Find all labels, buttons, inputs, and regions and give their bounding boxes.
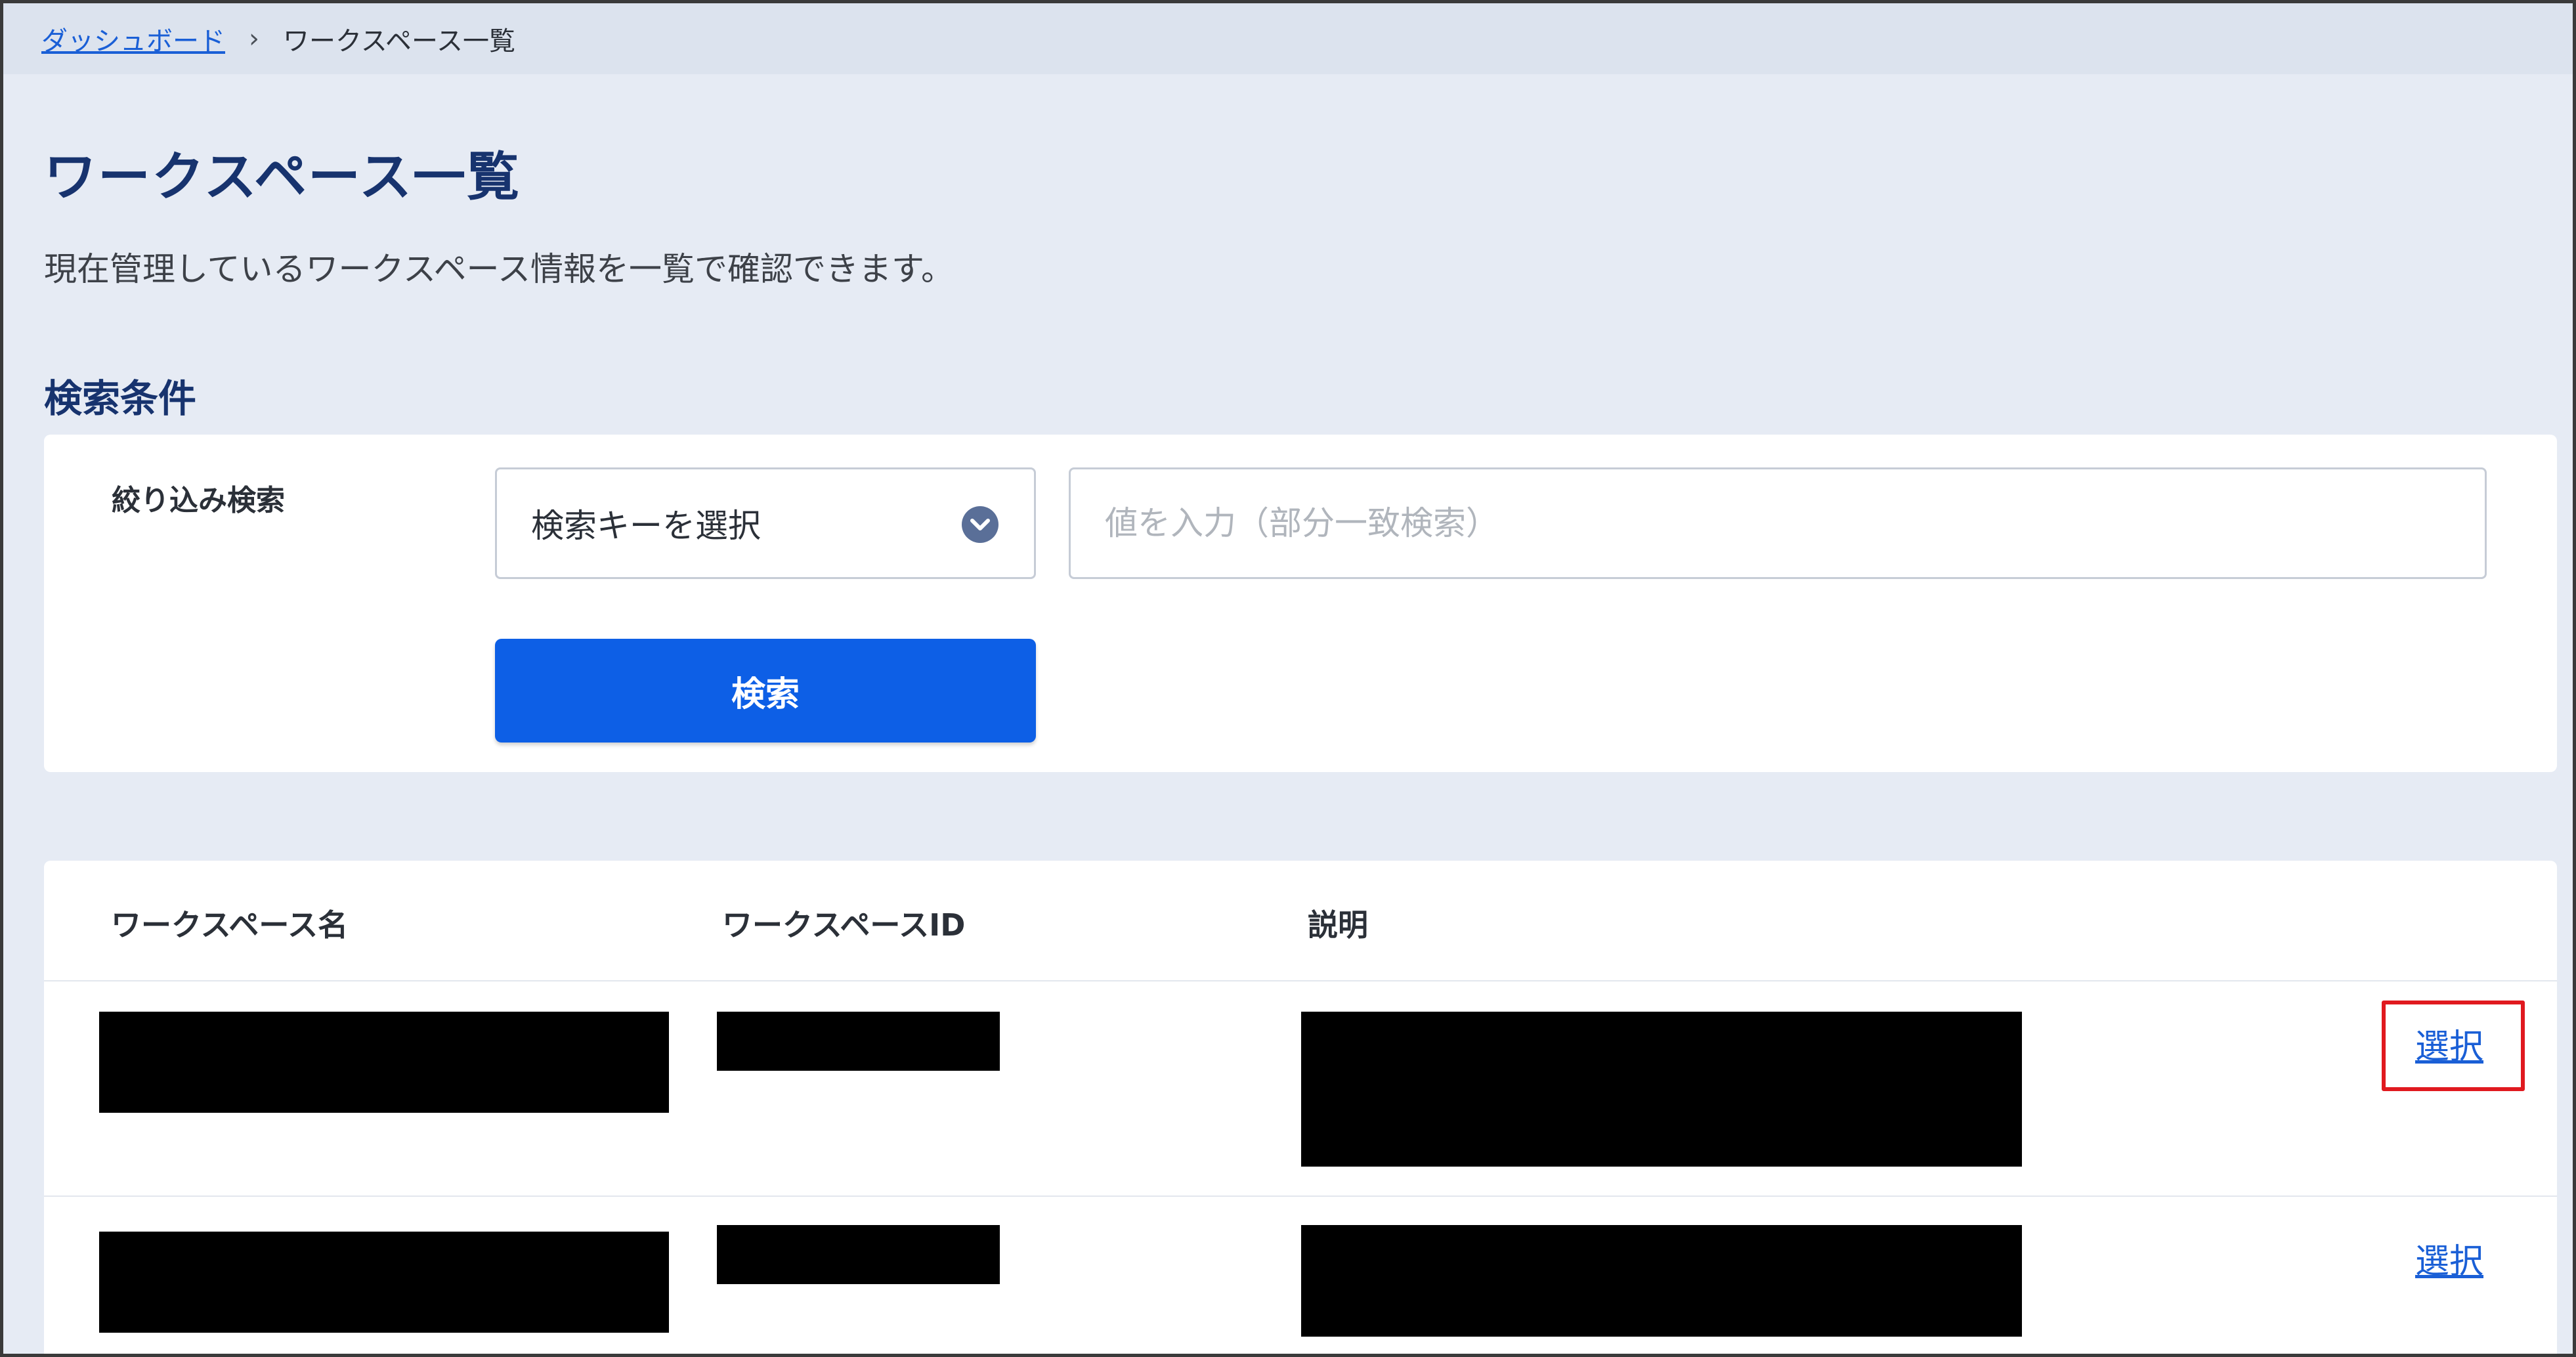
column-header-workspace-id: ワークスペースID: [722, 907, 966, 943]
redacted-workspace-id: [717, 1012, 1000, 1071]
search-card: 絞り込み検索 検索キーを選択 検索: [44, 435, 2557, 772]
column-header-workspace-name: ワークスペース名: [111, 907, 349, 943]
redacted-description: [1301, 1012, 2022, 1167]
select-link[interactable]: 選択: [2415, 1234, 2483, 1283]
search-button[interactable]: 検索: [495, 639, 1036, 743]
breadcrumb: ダッシュボード › ワークスペース一覧: [3, 3, 2573, 74]
breadcrumb-current: ワークスペース一覧: [283, 26, 515, 56]
breadcrumb-link-dashboard[interactable]: ダッシュボード: [41, 20, 225, 58]
search-value-input[interactable]: [1069, 467, 2487, 579]
redacted-description: [1301, 1225, 2022, 1337]
workspace-table: ワークスペース名 ワークスペースID 説明 選択 選択: [44, 861, 2557, 1354]
filter-label: 絞り込み検索: [112, 484, 285, 517]
page-description: 現在管理しているワークスペース情報を一覧で確認できます。: [44, 250, 954, 288]
search-key-select[interactable]: 検索キーを選択: [495, 467, 1036, 579]
breadcrumb-separator: ›: [249, 24, 259, 54]
redacted-workspace-id: [717, 1225, 1000, 1284]
redacted-workspace-name: [99, 1232, 669, 1333]
table-divider: [44, 1195, 2557, 1197]
table-divider: [44, 980, 2557, 981]
column-header-description: 説明: [1308, 907, 1368, 943]
search-section-title: 検索条件: [44, 376, 197, 421]
select-link[interactable]: 選択: [2415, 1019, 2483, 1068]
page-title: ワークスペース一覧: [44, 146, 521, 207]
chevron-down-circle-icon: [962, 506, 998, 543]
search-key-select-value: 検索キーを選択: [531, 507, 761, 545]
redacted-workspace-name: [99, 1012, 669, 1113]
app-frame: ダッシュボード › ワークスペース一覧 ワークスペース一覧 現在管理しているワー…: [0, 0, 2576, 1357]
